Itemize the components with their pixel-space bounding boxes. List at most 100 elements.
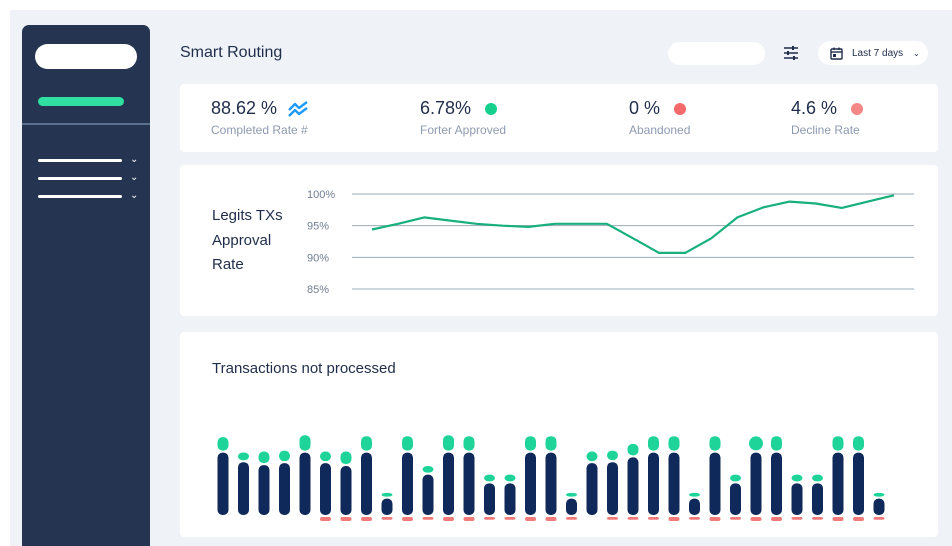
sidebar: ⌄ ⌄ ⌄ xyxy=(22,25,150,546)
bar-segment-navy xyxy=(238,462,249,515)
stat-label: Abandoned xyxy=(629,123,691,137)
bar-segment-red xyxy=(607,517,618,520)
bar-segment-green xyxy=(320,451,331,462)
bar-segment-green xyxy=(381,492,393,497)
bar-segment-navy xyxy=(504,483,516,515)
sidebar-logo-placeholder[interactable] xyxy=(35,44,137,69)
bar-segment-navy xyxy=(340,466,352,515)
sidebar-item-1[interactable]: ⌄ xyxy=(38,154,144,165)
bar-segment-navy xyxy=(771,452,782,515)
bar-segment-navy xyxy=(463,452,475,515)
bar-segment-red xyxy=(812,517,823,520)
bar-segment-green xyxy=(217,437,229,451)
bar-segment-green xyxy=(812,474,823,482)
bar-segment-navy xyxy=(361,452,372,515)
sidebar-divider xyxy=(22,123,150,125)
sidebar-item-2[interactable]: ⌄ xyxy=(38,172,144,183)
bar-segment-green xyxy=(873,492,885,497)
bar-segment-navy xyxy=(791,483,803,515)
chevron-down-icon: ⌄ xyxy=(130,154,139,165)
bar-segment-red xyxy=(689,517,700,520)
bar-segment-green xyxy=(463,436,475,451)
page-title: Smart Routing xyxy=(180,44,283,61)
bar-segment-navy xyxy=(299,452,311,515)
bar-segment-navy xyxy=(381,498,393,515)
bar-segment-red xyxy=(730,517,741,520)
bar-segment-green xyxy=(607,450,618,461)
filter-sliders-icon[interactable] xyxy=(782,44,800,62)
sidebar-item-3[interactable]: ⌄ xyxy=(38,190,144,201)
bar-segment-red xyxy=(668,517,680,522)
approval-rate-card: Legits TXs Approval Rate 100% 95% 90% 85% xyxy=(180,165,938,316)
stat-value: 4.6 % xyxy=(791,98,838,118)
bar-segment-navy xyxy=(832,452,844,515)
bar-segment-navy xyxy=(217,452,229,515)
bar-segment-navy xyxy=(258,465,270,515)
bar-segment-navy xyxy=(279,463,290,515)
chevron-down-icon: ⌄ xyxy=(913,48,920,58)
bar-segment-green xyxy=(340,451,352,465)
sidebar-item-active[interactable] xyxy=(38,97,124,106)
bar-segment-red xyxy=(525,517,536,522)
trend-icon xyxy=(288,100,308,117)
bar-segment-red xyxy=(504,517,516,520)
bar-segment-red xyxy=(484,517,495,520)
app-window: ⌄ ⌄ ⌄ Smart Routing Last 7 days ⌄ 88.62 … xyxy=(10,10,952,546)
bar-segment-navy xyxy=(668,452,680,515)
bar-segment-green xyxy=(299,435,311,451)
bar-segment-green xyxy=(402,436,413,451)
stat-value: 0 % xyxy=(629,98,661,118)
bar-segment-red xyxy=(648,517,659,520)
bar-segment-green xyxy=(771,436,782,451)
bar-segment-red xyxy=(771,517,782,522)
bar-segment-green xyxy=(525,436,536,451)
bar-segment-red xyxy=(709,517,721,522)
bar-segment-red xyxy=(791,517,803,520)
bar-segment-green xyxy=(566,492,577,497)
bar-segment-green xyxy=(791,474,803,482)
bar-segment-green xyxy=(749,436,763,451)
bar-segment-green xyxy=(422,465,434,473)
stat-label: Completed Rate # xyxy=(211,123,308,137)
bar-segment-red xyxy=(381,517,393,520)
stat-abandoned: 0 % Abandoned xyxy=(629,98,690,137)
bar-segment-red xyxy=(422,517,434,520)
stat-completed-rate: 88.62 % Completed Rate # xyxy=(211,98,310,137)
bar-segment-green xyxy=(627,443,639,456)
bar-segment-red xyxy=(832,517,844,522)
stat-decline-rate: 4.6 % Decline Rate xyxy=(791,98,864,137)
bar-segment-red xyxy=(750,517,762,522)
stat-value: 88.62 % xyxy=(211,98,278,118)
bar-segment-red xyxy=(402,517,413,522)
bar-segment-green xyxy=(853,436,864,451)
stat-label: Decline Rate xyxy=(791,123,860,137)
bar-segment-navy xyxy=(627,457,639,515)
status-dot-icon xyxy=(485,102,498,115)
bar-segment-navy xyxy=(607,462,618,515)
search-input[interactable] xyxy=(668,42,765,65)
bar-segment-navy xyxy=(730,483,741,515)
calendar-icon xyxy=(830,47,843,60)
date-range-label: Last 7 days xyxy=(852,47,904,59)
bar-segment-green xyxy=(709,436,721,451)
transactions-card: Transactions not processed xyxy=(180,332,938,537)
bar-segment-red xyxy=(443,517,454,522)
bar-segment-navy xyxy=(484,483,495,515)
bar-segment-navy xyxy=(422,474,434,515)
bar-segment-navy xyxy=(566,498,577,515)
bar-segment-green xyxy=(586,451,598,462)
date-range-dropdown[interactable]: Last 7 days ⌄ xyxy=(818,41,928,65)
bar-segment-navy xyxy=(689,498,700,515)
bar-segment-red xyxy=(320,517,331,522)
status-dot-icon xyxy=(851,102,864,115)
bar-segment-red xyxy=(463,517,475,522)
bar-segment-green xyxy=(668,436,680,451)
stats-card: 88.62 % Completed Rate # 6.78% Forter Ap… xyxy=(180,84,938,152)
sidebar-item-placeholder xyxy=(38,159,122,162)
bar-segment-green xyxy=(361,436,372,451)
bar-segment-navy xyxy=(545,452,557,515)
bar-segment-green xyxy=(443,435,454,451)
bar-segment-red xyxy=(566,517,577,520)
bar-segment-navy xyxy=(586,463,598,515)
stat-value: 6.78% xyxy=(420,98,472,118)
